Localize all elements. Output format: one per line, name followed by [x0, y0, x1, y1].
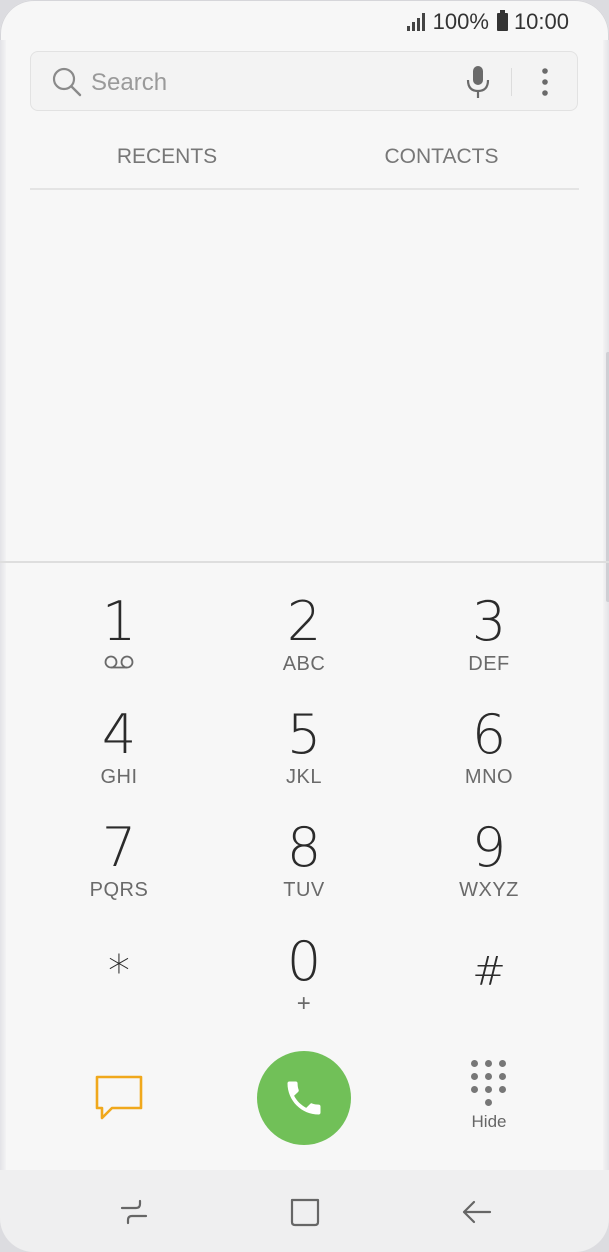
key-letters: +: [296, 990, 312, 1017]
battery-percent: 100%: [432, 9, 489, 34]
phone-screen: 100% 10:00 RECENTS CONTACTS 1: [0, 0, 609, 1252]
key-letters: DEF: [468, 653, 510, 675]
key-letters: WXYZ: [459, 879, 519, 901]
keypad-divider: [0, 561, 609, 563]
key-digit: 1: [101, 590, 137, 653]
screen-edge-left: [0, 40, 6, 1212]
message-icon[interactable]: [94, 1074, 144, 1122]
clock: 10:00: [513, 9, 569, 34]
key-digit: 3: [471, 590, 507, 653]
key-1[interactable]: 1: [39, 592, 199, 692]
key-letters: GHI: [100, 766, 138, 788]
key-7[interactable]: 7 PQRS: [39, 818, 199, 918]
search-bar[interactable]: [30, 51, 578, 111]
key-0[interactable]: 0 +: [224, 932, 384, 1032]
key-digit: 4: [101, 703, 137, 766]
status-bar: 100% 10:00: [406, 8, 569, 36]
key-digit: *: [108, 946, 130, 997]
phone-icon: [287, 1081, 321, 1115]
hide-keypad-button[interactable]: Hide: [460, 1060, 518, 1150]
key-digit: 9: [471, 816, 507, 879]
recent-apps-icon[interactable]: [114, 1192, 154, 1232]
search-icon: [52, 67, 82, 97]
key-letters: MNO: [464, 766, 514, 788]
key-digit: 6: [471, 703, 507, 766]
search-divider: [511, 68, 512, 96]
key-star[interactable]: *: [39, 942, 199, 1042]
key-6[interactable]: 6 MNO: [409, 705, 569, 805]
key-3[interactable]: 3 DEF: [409, 592, 569, 692]
voicemail-icon: [104, 655, 134, 669]
key-digit: 0: [286, 930, 322, 993]
key-2[interactable]: 2 ABC: [224, 592, 384, 692]
home-icon[interactable]: [285, 1192, 325, 1232]
key-digit: 2: [286, 590, 322, 653]
signal-icon: [406, 13, 425, 31]
key-digit: 5: [286, 703, 322, 766]
back-icon[interactable]: [456, 1192, 496, 1232]
key-digit: #: [472, 949, 506, 995]
microphone-icon[interactable]: [463, 64, 493, 100]
key-letters: PQRS: [89, 879, 149, 901]
key-letters: JKL: [286, 766, 322, 788]
key-8[interactable]: 8 TUV: [224, 818, 384, 918]
key-4[interactable]: 4 GHI: [39, 705, 199, 805]
screen-edge-right: [603, 40, 609, 1212]
key-digit: 8: [286, 816, 322, 879]
tab-contacts[interactable]: CONTACTS: [304, 132, 579, 182]
key-9[interactable]: 9 WXYZ: [409, 818, 569, 918]
key-letters: TUV: [283, 879, 325, 901]
dialpad-icon: [463, 1060, 515, 1106]
search-input[interactable]: [89, 64, 453, 102]
tab-recents[interactable]: RECENTS: [30, 132, 304, 182]
key-letters: ABC: [282, 653, 326, 675]
call-button[interactable]: [257, 1051, 351, 1145]
key-5[interactable]: 5 JKL: [224, 705, 384, 805]
key-digit: 7: [101, 816, 137, 879]
battery-icon: [496, 10, 508, 31]
navigation-bar: [0, 1170, 609, 1252]
tab-bar: RECENTS CONTACTS: [30, 132, 579, 190]
key-hash[interactable]: #: [409, 942, 569, 1042]
more-options-icon[interactable]: [535, 66, 555, 98]
hide-label: Hide: [471, 1112, 507, 1131]
